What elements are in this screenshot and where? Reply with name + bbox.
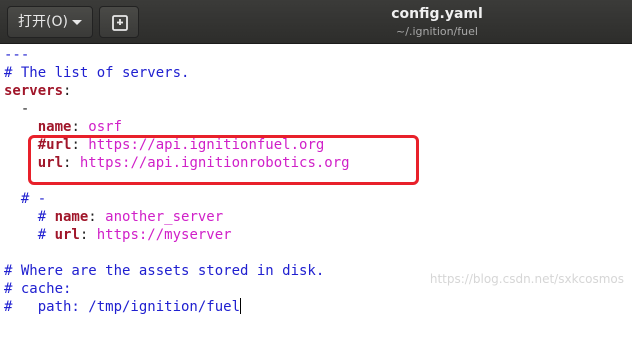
watermark: https://blog.csdn.net/sxkcosmos — [429, 272, 624, 286]
text-cursor — [240, 298, 242, 314]
code-line: # path: /tmp/ignition/fuel — [4, 298, 242, 315]
code-line: # The list of servers. — [4, 65, 190, 81]
code-line: # Where are the assets stored in disk. — [4, 263, 325, 279]
window-subtitle: ~/.ignition/fuel — [396, 25, 478, 38]
code-line: servers: — [4, 83, 72, 99]
code-line: # name: another_server — [4, 209, 224, 225]
header-bar: 打开(O) config.yaml ~/.ignition/fuel — [0, 0, 632, 44]
code-line: - — [4, 101, 30, 117]
annotation-highlight-box — [28, 135, 419, 185]
code-line: # - — [4, 191, 47, 207]
text-editor[interactable]: --- # The list of servers. servers: - na… — [0, 44, 632, 342]
code-line: # url: https://myserver — [4, 227, 232, 243]
code-line: # cache: — [4, 281, 72, 297]
window-title: config.yaml — [391, 6, 483, 22]
code-line: --- — [4, 47, 30, 63]
code-line: name: osrf — [37, 119, 123, 135]
